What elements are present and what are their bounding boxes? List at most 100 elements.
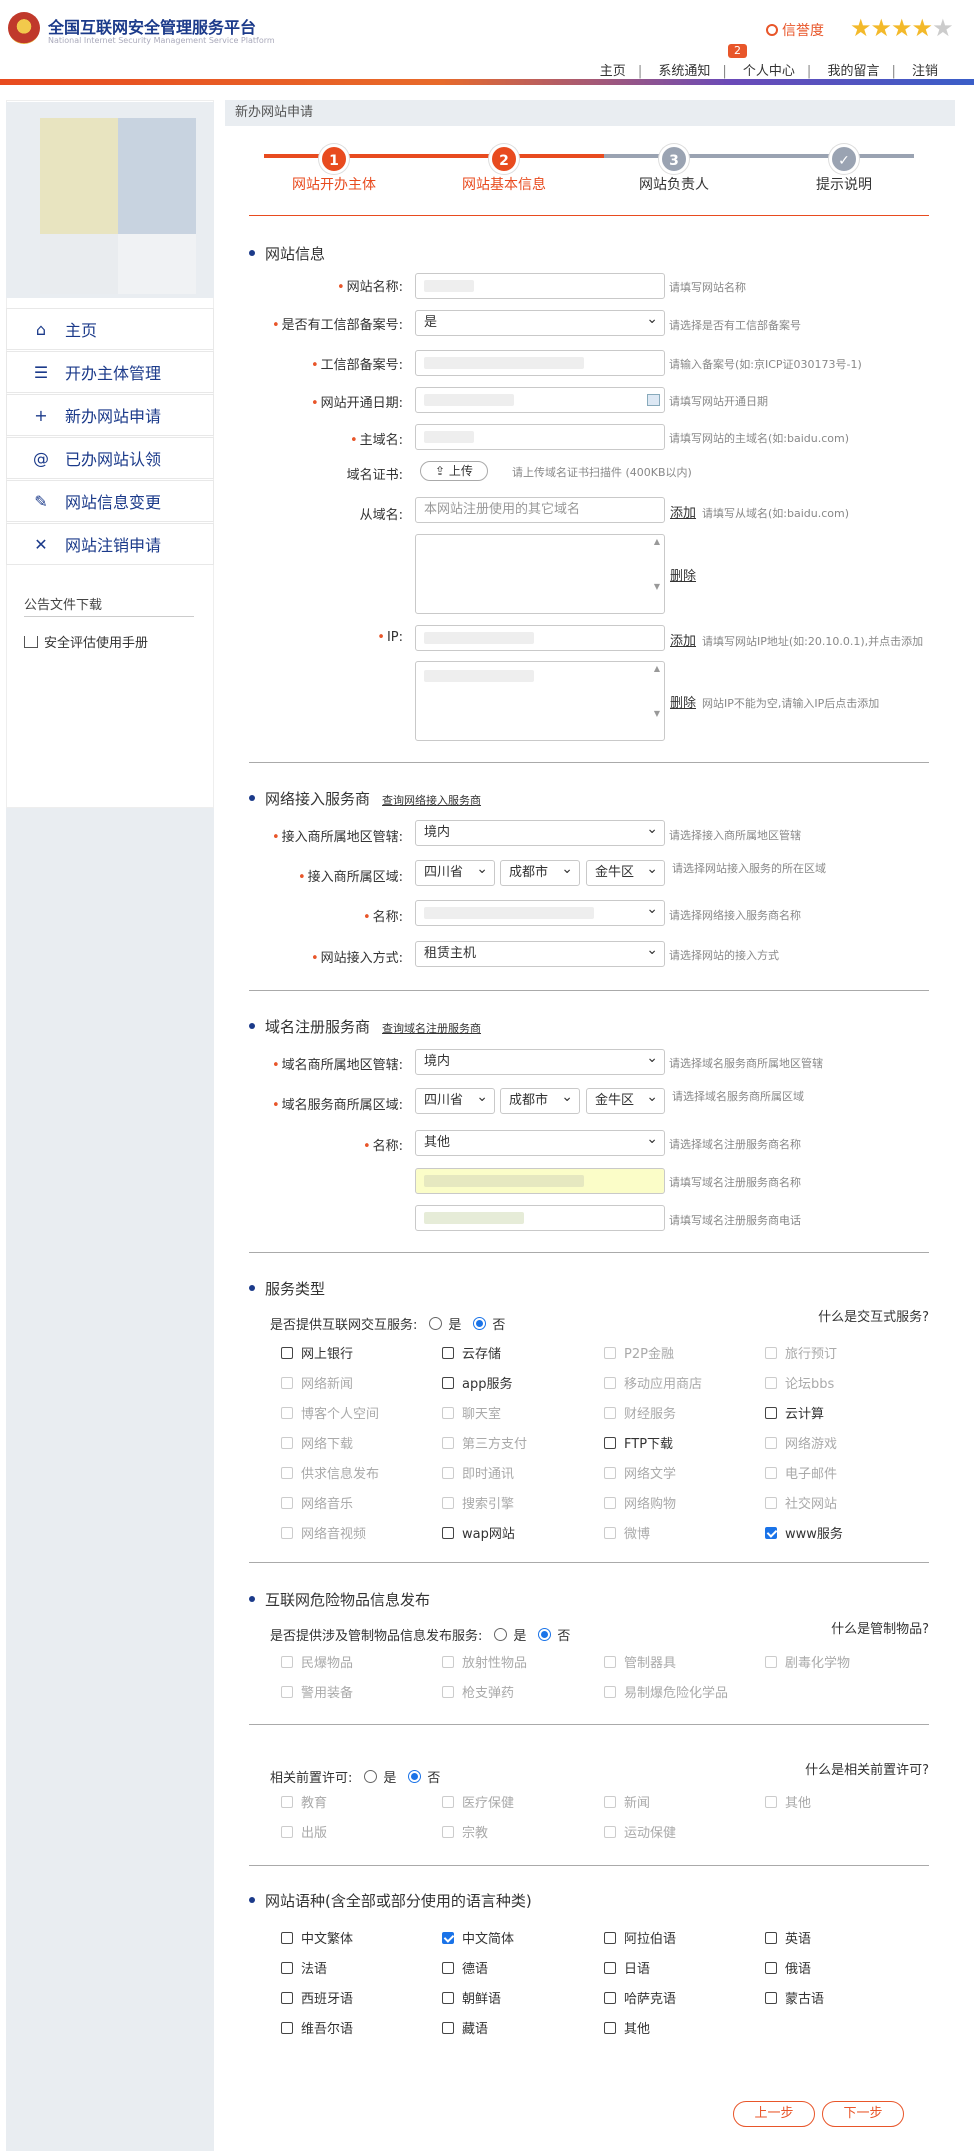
- sidebar-item-2[interactable]: ☰ 开办主体管理: [6, 351, 214, 393]
- checkbox-icon[interactable]: [281, 1931, 293, 1944]
- open-date-input[interactable]: [415, 387, 665, 413]
- checkbox-icon[interactable]: [765, 1931, 777, 1944]
- registrar-district-select[interactable]: 金牛区: [586, 1088, 665, 1114]
- checkbox-icon[interactable]: [442, 1961, 454, 1974]
- access-city-select[interactable]: 成都市: [500, 860, 580, 886]
- checkbox-icon[interactable]: [442, 1346, 454, 1359]
- query-registrar-link[interactable]: 查询域名注册服务商: [382, 1022, 481, 1035]
- lang-checkbox[interactable]: 英语: [765, 1928, 811, 1947]
- lang-checkbox[interactable]: 哈萨克语: [604, 1988, 676, 2007]
- ip-input[interactable]: [415, 625, 665, 651]
- registrar-province-select[interactable]: 四川省: [415, 1088, 495, 1114]
- svc-checkbox[interactable]: wap网站: [442, 1523, 515, 1542]
- nav-profile[interactable]: 个人中心: [731, 64, 807, 79]
- delete-ip-link[interactable]: 删除: [670, 692, 696, 711]
- checkbox-icon[interactable]: [442, 1931, 454, 1944]
- checkbox-icon[interactable]: [442, 1991, 454, 2004]
- add-sub-domain-link[interactable]: 添加: [670, 502, 696, 521]
- sidebar-item-3[interactable]: + 新办网站申请: [6, 394, 214, 436]
- scrollbar[interactable]: ▲ ▼: [652, 664, 662, 738]
- lang-checkbox[interactable]: 藏语: [442, 2018, 488, 2037]
- download-link[interactable]: 安全评估使用手册: [24, 632, 148, 651]
- access-mode-select[interactable]: 租赁主机: [415, 941, 665, 967]
- interactive-yes-radio[interactable]: [429, 1317, 443, 1330]
- lang-checkbox[interactable]: 维吾尔语: [281, 2018, 353, 2037]
- lang-checkbox[interactable]: 日语: [604, 1958, 650, 1977]
- checkbox-icon[interactable]: [604, 1436, 616, 1449]
- sidebar-item-5[interactable]: ✎ 网站信息变更: [6, 480, 214, 522]
- interactive-help-link[interactable]: 什么是交互式服务?: [818, 1306, 929, 1325]
- access-region-select[interactable]: 境内: [415, 820, 665, 846]
- nav-logout[interactable]: 注销: [900, 64, 950, 79]
- checkbox-icon[interactable]: [442, 1526, 454, 1539]
- checkbox-icon[interactable]: [604, 1931, 616, 1944]
- scrollbar[interactable]: ▲ ▼: [652, 537, 662, 611]
- nav-messages[interactable]: 我的留言: [815, 64, 891, 79]
- checkbox-icon[interactable]: [442, 1376, 454, 1389]
- lang-checkbox[interactable]: 阿拉伯语: [604, 1928, 676, 1947]
- nav-home[interactable]: 主页: [588, 64, 638, 79]
- svc-checkbox[interactable]: 网上银行: [281, 1343, 353, 1362]
- checkbox-icon[interactable]: [442, 2021, 454, 2034]
- checkbox-icon[interactable]: [765, 1526, 777, 1539]
- lang-checkbox[interactable]: 中文简体: [442, 1928, 514, 1947]
- checkbox-icon[interactable]: [281, 2021, 293, 2034]
- checkbox-icon[interactable]: [604, 1961, 616, 1974]
- registrar-name-input[interactable]: [415, 1168, 665, 1194]
- access-name-select[interactable]: [415, 900, 665, 926]
- lang-checkbox[interactable]: 其他: [604, 2018, 650, 2037]
- checkbox-icon[interactable]: [281, 1961, 293, 1974]
- sub-domain-input[interactable]: 本网站注册使用的其它域名: [415, 497, 665, 523]
- credit-link[interactable]: 信誉度: [766, 20, 824, 40]
- prev-step-button[interactable]: 上一步: [733, 2101, 815, 2127]
- registrar-region-select[interactable]: 境内: [415, 1049, 665, 1075]
- checkbox-icon[interactable]: [604, 2021, 616, 2034]
- lang-checkbox[interactable]: 中文繁体: [281, 1928, 353, 1947]
- lang-checkbox[interactable]: 法语: [281, 1958, 327, 1977]
- svc-checkbox[interactable]: www服务: [765, 1523, 843, 1542]
- calendar-icon[interactable]: [647, 394, 660, 406]
- next-step-button[interactable]: 下一步: [822, 2101, 904, 2127]
- ip-list[interactable]: ▲ ▼: [415, 661, 665, 741]
- svc-checkbox[interactable]: FTP下载: [604, 1433, 673, 1452]
- domain-input[interactable]: [415, 424, 665, 450]
- access-province-select[interactable]: 四川省: [415, 860, 495, 886]
- checkbox-icon[interactable]: [281, 1346, 293, 1359]
- svc-checkbox[interactable]: 云计算: [765, 1403, 824, 1422]
- lang-checkbox[interactable]: 俄语: [765, 1958, 811, 1977]
- checkbox-icon[interactable]: [765, 1991, 777, 2004]
- svc-checkbox[interactable]: app服务: [442, 1373, 512, 1392]
- nav-notifications[interactable]: 系统通知: [646, 64, 722, 79]
- icp-flag-select[interactable]: 是: [415, 310, 665, 336]
- lang-checkbox[interactable]: 朝鲜语: [442, 1988, 501, 2007]
- checkbox-icon[interactable]: [765, 1406, 777, 1419]
- prelicense-no-radio[interactable]: [408, 1770, 422, 1783]
- access-district-select[interactable]: 金牛区: [586, 860, 665, 886]
- lang-checkbox[interactable]: 蒙古语: [765, 1988, 824, 2007]
- site-name-input[interactable]: [415, 273, 665, 299]
- sidebar-item-1[interactable]: ⌂ 主页: [6, 308, 214, 350]
- registrar-name-select[interactable]: 其他: [415, 1130, 665, 1156]
- checkbox-icon[interactable]: [281, 1991, 293, 2004]
- upload-button[interactable]: ⇪ 上传: [420, 461, 488, 481]
- delete-sub-domain-link[interactable]: 删除: [670, 565, 696, 584]
- registrar-phone-input[interactable]: [415, 1205, 665, 1231]
- checkbox-icon[interactable]: [765, 1961, 777, 1974]
- lang-checkbox[interactable]: 西班牙语: [281, 1988, 353, 2007]
- interactive-no-radio[interactable]: [473, 1317, 487, 1330]
- svc-checkbox[interactable]: 云存储: [442, 1343, 501, 1362]
- sub-domain-list[interactable]: ▲ ▼: [415, 534, 665, 614]
- query-access-provider-link[interactable]: 查询网络接入服务商: [382, 794, 481, 807]
- icp-input[interactable]: [415, 350, 665, 376]
- prelicense-yes-radio[interactable]: [364, 1770, 378, 1783]
- lang-checkbox[interactable]: 德语: [442, 1958, 488, 1977]
- add-ip-link[interactable]: 添加: [670, 630, 696, 649]
- prelicense-help-link[interactable]: 什么是相关前置许可?: [805, 1759, 929, 1778]
- registrar-city-select[interactable]: 成都市: [500, 1088, 580, 1114]
- dangerous-no-radio[interactable]: [538, 1628, 552, 1641]
- dangerous-help-link[interactable]: 什么是管制物品?: [831, 1618, 929, 1637]
- sidebar-item-4[interactable]: @ 已办网站认领: [6, 437, 214, 479]
- checkbox-icon[interactable]: [604, 1991, 616, 2004]
- dangerous-yes-radio[interactable]: [494, 1628, 508, 1641]
- sidebar-item-6[interactable]: ✕ 网站注销申请: [6, 523, 214, 565]
